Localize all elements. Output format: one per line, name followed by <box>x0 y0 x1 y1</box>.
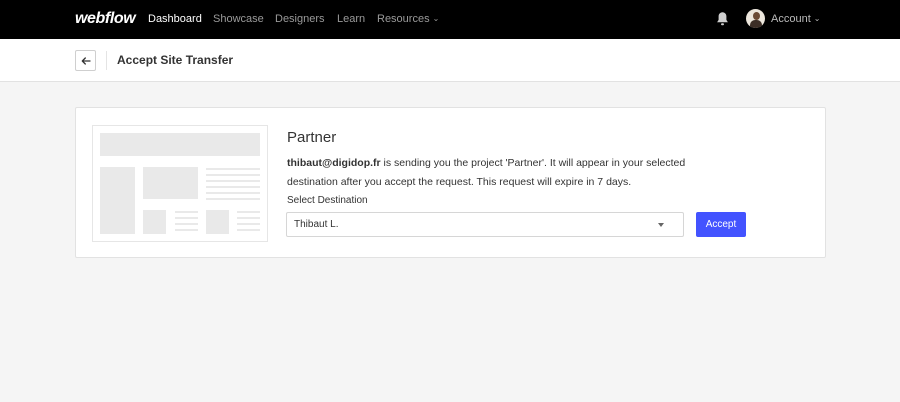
thumb-line <box>175 217 198 219</box>
accept-button[interactable]: Accept <box>696 212 746 237</box>
destination-select-value: Thibaut L. <box>294 219 339 230</box>
transfer-card: Partner thibaut@digidop.fr is sending yo… <box>75 107 826 258</box>
top-navigation: webflow Dashboard Showcase Designers Lea… <box>0 0 900 39</box>
thumb-line <box>237 211 260 213</box>
arrow-left-icon <box>81 56 91 65</box>
nav-item-resources-label: Resources <box>377 13 430 25</box>
site-thumbnail-placeholder <box>92 125 268 242</box>
page-title: Accept Site Transfer <box>117 53 234 67</box>
account-label: Account <box>771 13 811 25</box>
thumb-line <box>175 223 198 225</box>
caret-down-icon <box>658 223 664 227</box>
transfer-description: thibaut@digidop.fr is sending you the pr… <box>287 154 727 191</box>
webflow-logo[interactable]: webflow <box>75 10 136 28</box>
nav-item-learn[interactable]: Learn <box>337 13 365 25</box>
thumb-image-small <box>206 210 229 234</box>
thumb-line <box>206 192 260 194</box>
thumb-line <box>206 198 260 200</box>
nav-item-designers[interactable]: Designers <box>275 13 325 25</box>
thumb-line <box>175 229 198 231</box>
thumb-line <box>206 186 260 188</box>
avatar-body <box>750 20 762 28</box>
avatar[interactable] <box>746 9 765 28</box>
account-menu[interactable]: Account ⌄ <box>771 13 820 25</box>
select-destination-label: Select Destination <box>287 195 368 206</box>
bell-icon[interactable] <box>716 11 729 27</box>
nav-item-showcase[interactable]: Showcase <box>213 13 264 25</box>
thumb-image <box>143 167 198 199</box>
nav-item-resources[interactable]: Resources ⌄ <box>377 13 439 25</box>
nav-item-dashboard[interactable]: Dashboard <box>148 13 202 25</box>
page-header: Accept Site Transfer <box>0 39 900 82</box>
header-divider <box>106 51 107 70</box>
thumb-line <box>175 211 198 213</box>
thumb-sidebar <box>100 167 135 234</box>
destination-select[interactable]: Thibaut L. <box>286 212 684 237</box>
thumb-line <box>237 229 260 231</box>
thumb-line <box>206 168 260 170</box>
chevron-down-icon: ⌄ <box>432 14 440 23</box>
thumb-image-small <box>143 210 166 234</box>
sender-email: thibaut@digidop.fr <box>287 157 381 169</box>
avatar-head <box>753 12 760 20</box>
back-button[interactable] <box>75 50 96 71</box>
thumb-line <box>206 174 260 176</box>
thumb-banner <box>100 133 260 156</box>
thumb-line <box>206 180 260 182</box>
chevron-down-icon: ⌄ <box>813 14 821 23</box>
thumb-line <box>237 217 260 219</box>
project-name: Partner <box>287 129 337 146</box>
thumb-line <box>237 223 260 225</box>
